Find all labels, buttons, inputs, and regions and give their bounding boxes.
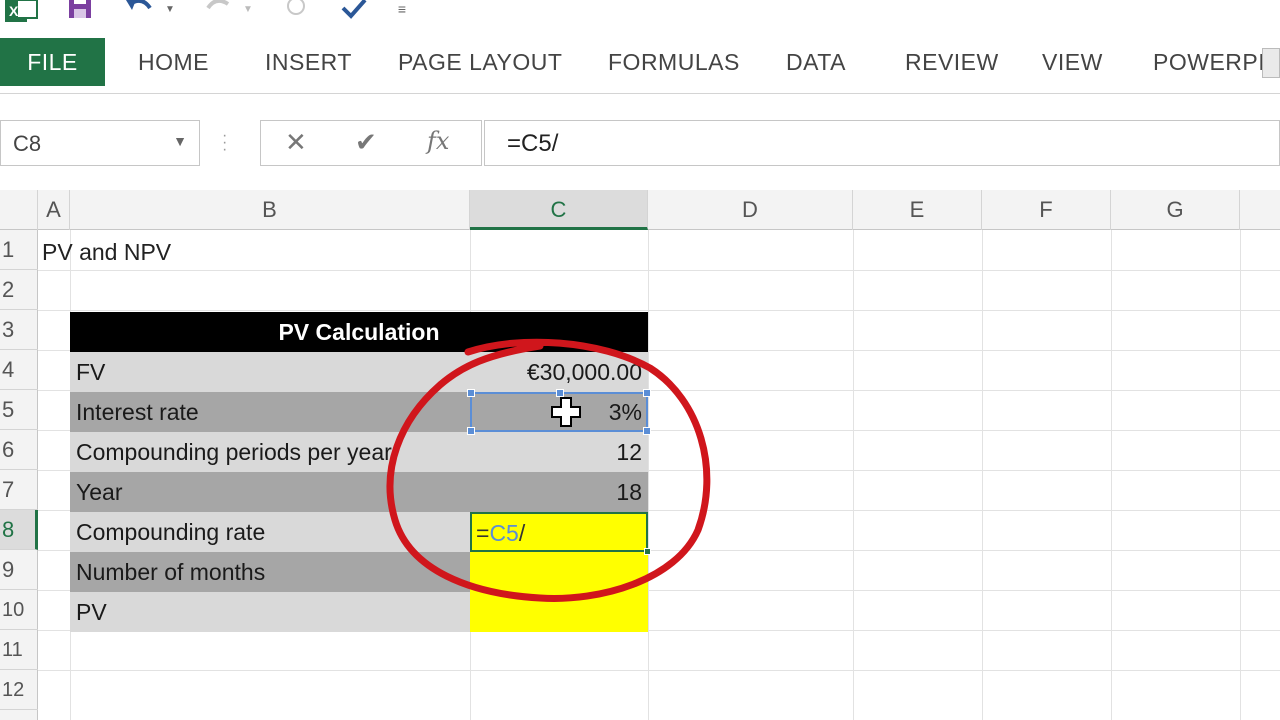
table-row[interactable]: Year 18 [70,472,648,512]
row-label: Year [76,479,123,505]
gridline [853,230,854,720]
gridline [38,310,1280,311]
cell-a1-title[interactable]: PV and NPV [42,232,171,272]
table-header-pv-calculation[interactable]: PV Calculation [70,312,648,352]
gridline [648,230,649,720]
ribbon-scroll-right-button[interactable] [1262,48,1280,78]
row-header[interactable]: 2 [0,270,38,310]
row-header[interactable]: 3 [0,310,38,350]
tab-data[interactable]: DATA [786,38,846,86]
gridline [38,270,1280,271]
gridline [1240,230,1241,720]
svg-text:X: X [9,3,19,19]
gridline [1111,230,1112,720]
undo-dropdown-icon[interactable]: ▼ [162,0,178,26]
enter-check-icon[interactable]: ✔ [355,127,377,158]
row-label: Compounding periods per year [76,439,392,465]
tab-home[interactable]: HOME [138,38,209,86]
quick-access-toolbar: X ▼ ▼ ≡ [0,0,1280,30]
row-value: 18 [616,479,642,505]
tab-powerpivot[interactable]: POWERPIVO [1153,38,1280,86]
column-headers: A B C D E F G [0,190,1280,230]
spelling-check-icon[interactable] [336,0,372,26]
resize-handle[interactable] [467,427,475,435]
excel-logo-icon: X [2,0,42,26]
row-value: €30,000.00 [526,359,642,385]
formula-input[interactable]: =C5/ [484,120,1280,166]
customize-toolbar-icon[interactable]: ≡ [392,0,412,26]
row-header[interactable]: 6 [0,430,38,470]
tab-formulas[interactable]: FORMULAS [608,38,740,86]
row-header[interactable]: 11 [0,630,38,670]
column-header-e[interactable]: E [853,190,982,230]
row-header[interactable]: 10 [0,590,38,630]
ribbon-tabs: FILE HOME INSERT PAGE LAYOUT FORMULAS DA… [0,30,1280,94]
column-header-c[interactable]: C [470,190,648,230]
fill-handle[interactable] [644,548,651,555]
formula-text: =C5/ [507,130,559,157]
row-header[interactable]: 5 [0,390,38,430]
cell-c10-highlight[interactable] [470,592,648,632]
row-label: Interest rate [76,399,199,425]
row-header[interactable]: 7 [0,470,38,510]
column-header-a[interactable]: A [38,190,70,230]
name-box[interactable]: C8 ▼ [0,120,200,166]
formula-bar-area: C8 ▼ · · · ✕ ✔ fx =C5/ [0,94,1280,190]
column-header-d[interactable]: D [648,190,853,230]
resize-handle[interactable] [467,389,475,397]
row-label: PV [76,599,107,625]
row-header[interactable]: 4 [0,350,38,390]
formula-buttons: ✕ ✔ fx [260,120,482,166]
name-box-value: C8 [13,131,42,156]
row-label: Compounding rate [76,519,266,545]
cell-select-cursor-icon [551,397,581,427]
tab-page-layout[interactable]: PAGE LAYOUT [398,38,562,86]
redo-icon[interactable] [198,0,238,26]
touch-mode-icon[interactable] [278,0,314,26]
column-header-h[interactable] [1240,190,1280,230]
insert-function-icon[interactable]: fx [427,127,449,155]
cell-edit-text: =C5/ [476,520,526,546]
row-header[interactable]: 1 [0,230,38,270]
column-header-f[interactable]: F [982,190,1111,230]
resize-handle[interactable] [643,427,651,435]
redo-dropdown-icon[interactable]: ▼ [240,0,256,26]
tab-insert[interactable]: INSERT [265,38,352,86]
table-row[interactable]: FV €30,000.00 [70,352,648,392]
resize-handle[interactable] [643,389,651,397]
tab-file[interactable]: FILE [0,38,105,86]
row-header[interactable]: 9 [0,550,38,590]
undo-icon[interactable] [120,0,160,26]
cancel-icon[interactable]: ✕ [285,127,307,158]
cell-c9-highlight[interactable] [470,552,648,592]
chevron-down-icon[interactable]: ▼ [173,133,187,149]
column-header-g[interactable]: G [1111,190,1240,230]
row-value: 12 [616,439,642,465]
row-header[interactable]: 12 [0,670,38,710]
row-headers: 1 2 3 4 5 6 7 8 9 10 11 12 [0,230,38,720]
save-icon[interactable] [62,0,98,26]
drag-handle-icon[interactable]: · · · [222,128,227,158]
tab-view[interactable]: VIEW [1042,38,1103,86]
row-header[interactable]: 8 [0,510,38,550]
table-row[interactable]: Compounding periods per year 12 [70,432,648,472]
tab-review[interactable]: REVIEW [905,38,999,86]
column-header-b[interactable]: B [70,190,470,230]
row-label: FV [76,359,106,385]
row-label: Number of months [76,559,266,585]
gridline [982,230,983,720]
select-all-corner[interactable] [0,190,38,230]
active-cell-c8-editor[interactable]: =C5/ [470,512,651,555]
gridline [38,670,1280,671]
